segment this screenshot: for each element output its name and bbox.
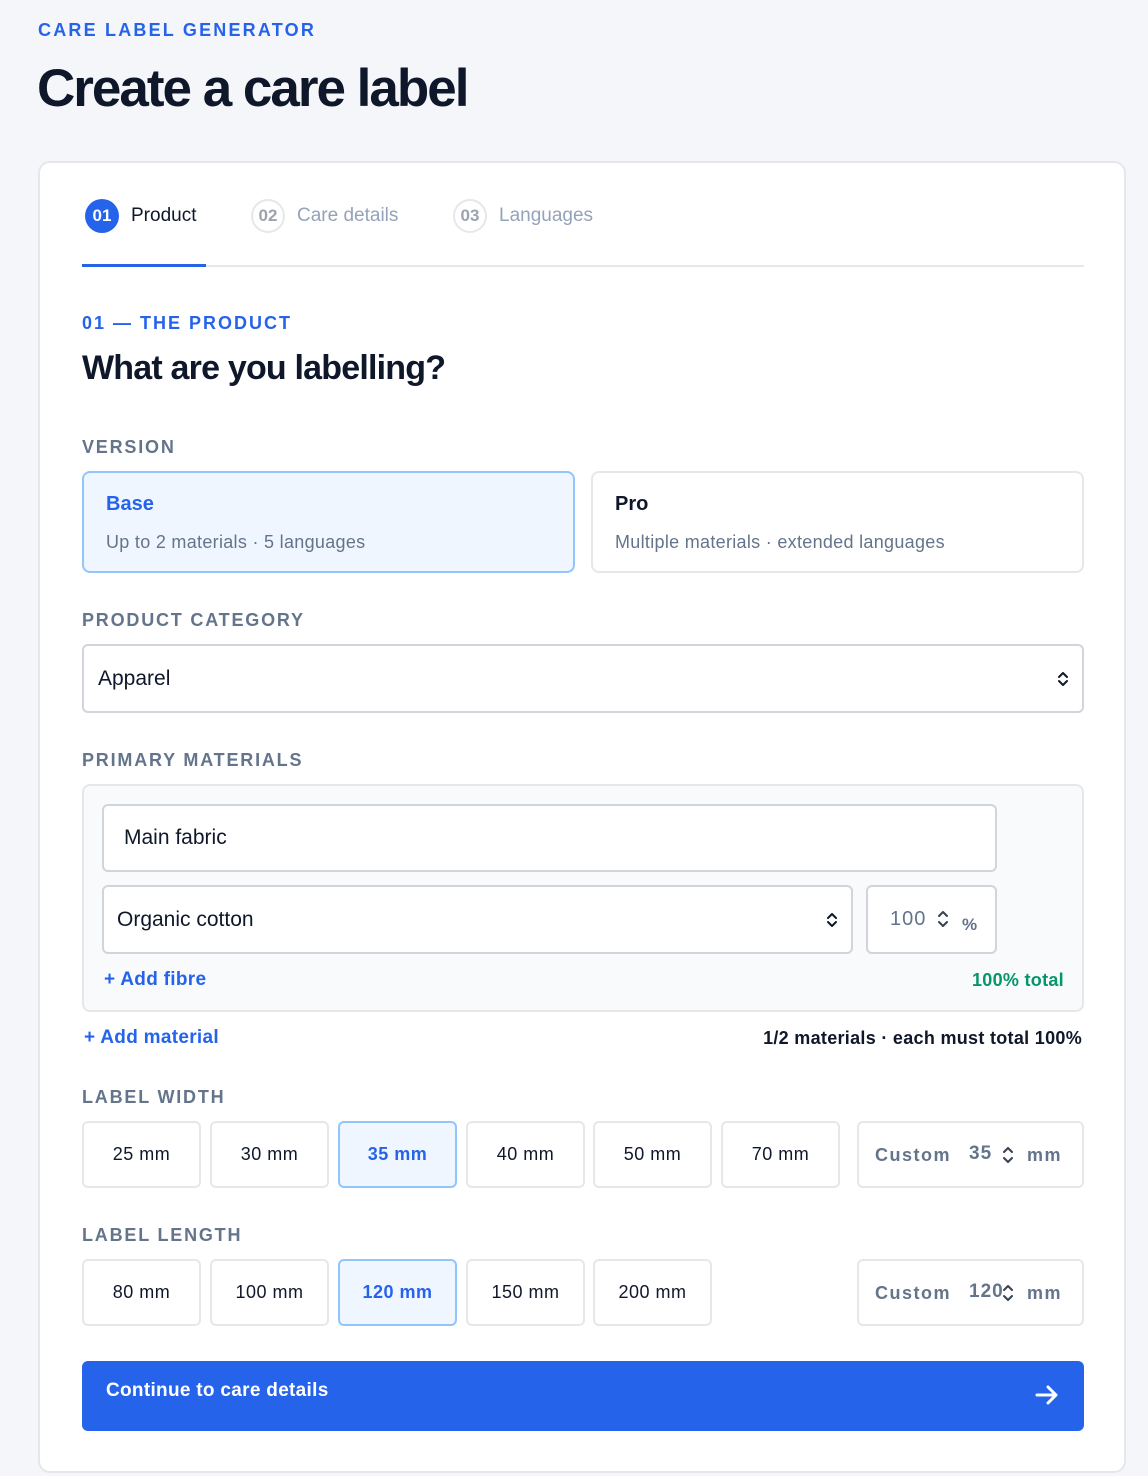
page-title: Create a care label: [37, 59, 469, 118]
materials-label: PRIMARY MATERIALS: [82, 750, 304, 770]
custom-width-value: 35: [969, 1143, 993, 1164]
version-description: Multiple materials · extended languages: [615, 532, 945, 552]
custom-unit: mm: [1027, 1283, 1063, 1303]
version-name: Base: [106, 493, 154, 515]
category-value: Apparel: [98, 666, 171, 690]
custom-length-value: 120: [969, 1281, 1004, 1302]
step-product[interactable]: 01 Product: [85, 199, 196, 233]
section-title: What are you labelling?: [82, 349, 446, 387]
version-name: Pro: [615, 493, 649, 515]
fibre-value: Organic cotton: [117, 907, 254, 931]
custom-label: Custom: [875, 1145, 951, 1165]
label-width-label: LABEL WIDTH: [82, 1087, 226, 1107]
version-option-base[interactable]: Base Up to 2 materials · 5 languages: [82, 471, 575, 573]
length-option-80[interactable]: 80 mm: [82, 1259, 201, 1326]
continue-button[interactable]: Continue to care details: [82, 1361, 1084, 1431]
category-select[interactable]: Apparel: [82, 644, 1084, 713]
fibre-select[interactable]: Organic cotton: [102, 885, 853, 954]
materials-count-note: 1/2 materials · each must total 100%: [763, 1028, 1082, 1048]
chevron-up-down-icon: [827, 912, 837, 927]
app-eyebrow: CARE LABEL GENERATOR: [38, 20, 317, 40]
category-label: PRODUCT CATEGORY: [82, 610, 305, 630]
step-label: Care details: [297, 205, 399, 226]
step-label: Languages: [499, 205, 594, 226]
custom-unit: mm: [1027, 1145, 1063, 1165]
arrow-right-icon: [1035, 1385, 1058, 1405]
material-name-value: Main fabric: [124, 826, 227, 849]
length-option-200[interactable]: 200 mm: [593, 1259, 712, 1326]
custom-width-input[interactable]: Custom 35 mm: [857, 1121, 1084, 1188]
label-length-label: LABEL LENGTH: [82, 1225, 243, 1245]
stepper-arrows-icon[interactable]: [936, 908, 950, 930]
width-option-50[interactable]: 50 mm: [593, 1121, 712, 1188]
width-option-25[interactable]: 25 mm: [82, 1121, 201, 1188]
step-languages[interactable]: 03 Languages: [453, 199, 593, 233]
stepper: 01 Product 02 Care details 03 Languages: [82, 163, 1084, 267]
percent-value: 100: [890, 908, 927, 930]
active-step-indicator: [82, 264, 206, 267]
material-name-input[interactable]: Main fabric: [102, 804, 997, 872]
add-material-link[interactable]: + Add material: [84, 1027, 219, 1049]
stepper-arrows-icon[interactable]: [1001, 1282, 1015, 1304]
length-option-120[interactable]: 120 mm: [338, 1259, 457, 1326]
fibre-total-status: 100% total: [971, 970, 1064, 990]
version-option-pro[interactable]: Pro Multiple materials · extended langua…: [591, 471, 1084, 573]
width-option-30[interactable]: 30 mm: [210, 1121, 329, 1188]
custom-label: Custom: [875, 1283, 951, 1303]
material-group: Main fabric Organic cotton 100 % + Add f…: [82, 784, 1084, 1012]
section-eyebrow: 01 — THE PRODUCT: [82, 313, 293, 333]
percent-unit: %: [962, 915, 978, 934]
step-care-details[interactable]: 02 Care details: [251, 199, 398, 233]
version-label: VERSION: [82, 437, 176, 457]
form-card: 01 Product 02 Care details 03 Languages …: [38, 161, 1126, 1473]
width-option-70[interactable]: 70 mm: [721, 1121, 840, 1188]
add-fibre-link[interactable]: + Add fibre: [104, 969, 206, 991]
step-number: 03: [453, 199, 487, 233]
version-description: Up to 2 materials · 5 languages: [106, 532, 366, 552]
length-option-100[interactable]: 100 mm: [210, 1259, 329, 1326]
length-option-150[interactable]: 150 mm: [466, 1259, 585, 1326]
step-number: 02: [251, 199, 285, 233]
step-number: 01: [85, 199, 119, 233]
fibre-percent-input[interactable]: 100 %: [866, 885, 997, 954]
width-option-40[interactable]: 40 mm: [466, 1121, 585, 1188]
width-option-35[interactable]: 35 mm: [338, 1121, 457, 1188]
custom-length-input[interactable]: Custom 120 mm: [857, 1259, 1084, 1326]
stepper-arrows-icon[interactable]: [1001, 1144, 1015, 1166]
chevron-up-down-icon: [1058, 671, 1068, 686]
step-label: Product: [131, 205, 197, 226]
continue-label: Continue to care details: [106, 1380, 329, 1401]
